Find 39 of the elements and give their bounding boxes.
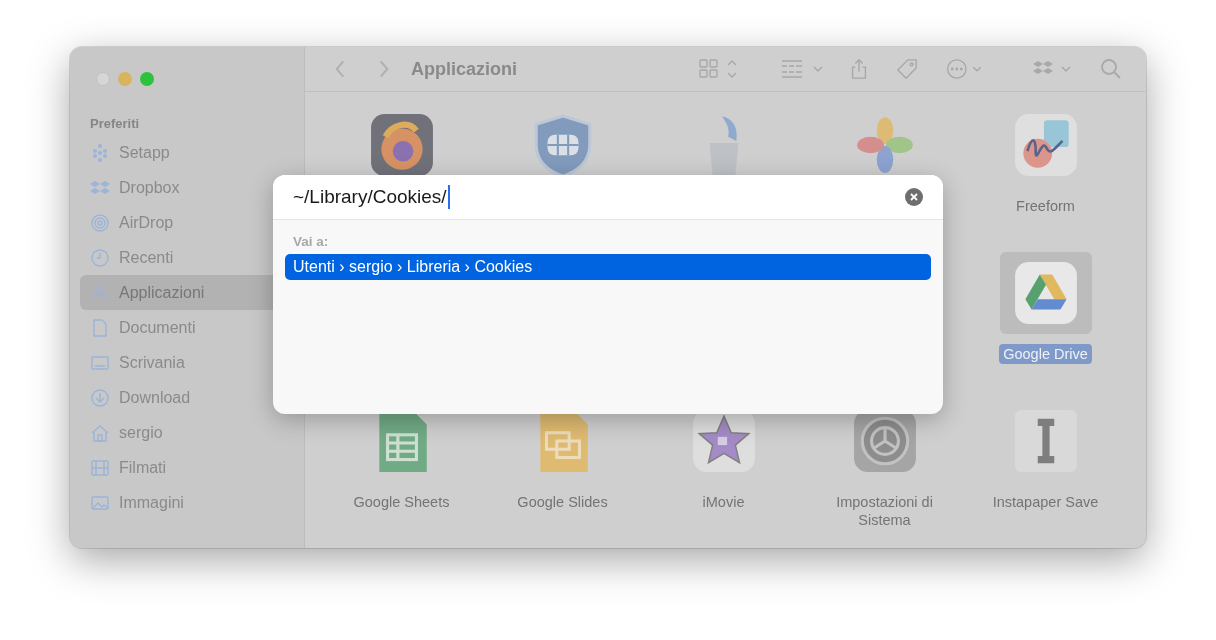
sidebar-item[interactable]: Documenti [80, 310, 294, 345]
sidebar-item[interactable]: AirDrop [80, 205, 294, 240]
scribble-app-icon[interactable] [1012, 112, 1079, 178]
sidebar-item[interactable]: Scrivania [80, 345, 294, 380]
sidebar-item[interactable]: Setapp [80, 135, 294, 170]
tag-icon[interactable] [896, 58, 918, 80]
folder-title: Applicazioni [411, 58, 517, 80]
sidebar-item[interactable]: sergio [80, 415, 294, 450]
sidebar-item[interactable]: Download [80, 380, 294, 415]
download-icon [90, 387, 110, 408]
airdrop-icon [90, 212, 110, 233]
apps-icon [90, 282, 110, 303]
search-icon[interactable] [1100, 58, 1122, 80]
forward-icon[interactable] [377, 58, 391, 80]
setapp-icon [90, 142, 110, 163]
back-icon[interactable] [333, 58, 347, 80]
app-name: Instapaper Save [991, 493, 1100, 512]
sidebar-heading: Preferiti [89, 115, 141, 133]
letter-app-icon[interactable] [1012, 408, 1079, 474]
app-name: Impostazioni di Sistema [835, 493, 934, 530]
sidebar-item[interactable]: Filmati [80, 450, 294, 485]
path-suggestion[interactable]: Utenti › sergio › Libreria › Cookies [285, 254, 931, 280]
clock-icon [90, 247, 110, 268]
sidebar-item[interactable]: Dropbox [80, 170, 294, 205]
clear-icon[interactable] [905, 188, 923, 206]
app-name: Freeform [1015, 197, 1076, 216]
app-name: iMovie [701, 493, 746, 512]
document-icon [90, 317, 110, 338]
film-icon [90, 457, 110, 478]
zoom-button[interactable] [140, 72, 154, 86]
app-name: Google Sheets [352, 493, 451, 512]
text-cursor [447, 185, 450, 209]
app-name: Google Slides [516, 493, 609, 512]
house-icon [90, 422, 110, 443]
app-name: Google Drive [999, 344, 1092, 364]
section-label: Vai a: [292, 233, 330, 251]
triangle-app-icon[interactable] [1012, 260, 1079, 326]
selection-highlight[interactable] [999, 252, 1092, 334]
sidebar-item[interactable]: Immagini [80, 485, 294, 520]
